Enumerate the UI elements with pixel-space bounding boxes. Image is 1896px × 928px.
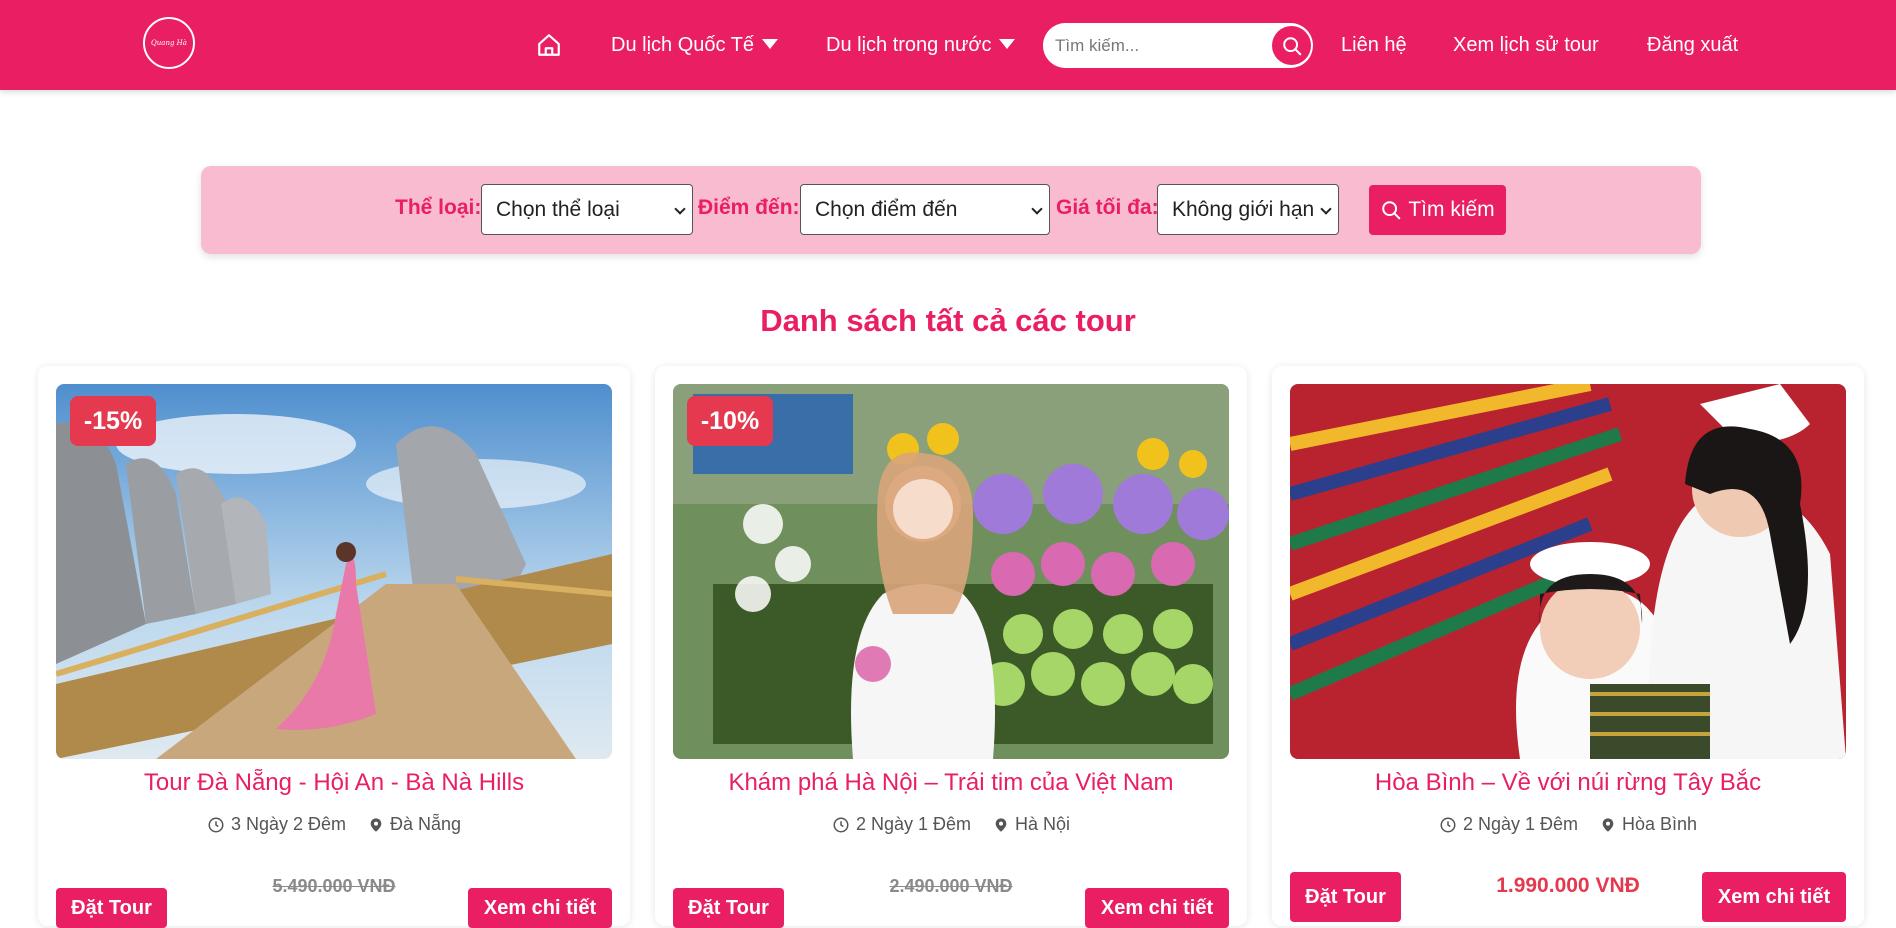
category-select[interactable]: Chọn thể loại — [481, 184, 693, 235]
tour-title[interactable]: Hòa Bình – Về với núi rừng Tây Bắc — [1272, 769, 1864, 797]
max-price-select-value: Không giới hạn — [1172, 198, 1315, 221]
search-icon — [1282, 36, 1301, 55]
tour-meta: 3 Ngày 2 Đêm Đà Nẵng — [38, 814, 630, 835]
tour-duration: 2 Ngày 1 Đêm — [1439, 814, 1578, 835]
clock-icon — [1440, 817, 1456, 832]
tour-title[interactable]: Khám phá Hà Nội – Trái tim của Việt Nam — [655, 769, 1247, 797]
chevron-down-icon — [1031, 203, 1043, 215]
logo-text: Quang Hà — [151, 38, 187, 47]
tour-card: -10% Khám phá Hà Nội – Trái tim của Việt… — [655, 366, 1247, 928]
tour-card: -15% Tour Đà Nẵng - Hội An - Bà Nà Hills… — [38, 366, 630, 928]
caret-down-icon — [999, 38, 1016, 49]
search-input[interactable] — [1055, 31, 1255, 60]
tour-image[interactable] — [1290, 384, 1846, 759]
view-details-button[interactable]: Xem chi tiết — [1085, 888, 1229, 928]
view-details-button[interactable]: Xem chi tiết — [1702, 872, 1846, 922]
tour-location-text: Hòa Bình — [1622, 814, 1698, 834]
max-price-select[interactable]: Không giới hạn — [1157, 184, 1339, 235]
nav-domestic-tours[interactable]: Du lịch trong nước — [826, 30, 1016, 60]
map-pin-icon — [995, 817, 1007, 832]
max-price-label: Giá tối đa: — [1056, 196, 1159, 219]
header-search — [1043, 23, 1313, 68]
clock-icon — [208, 817, 224, 832]
view-details-button[interactable]: Xem chi tiết — [468, 888, 612, 928]
destination-label: Điểm đến: — [698, 196, 800, 219]
search-icon — [1382, 201, 1401, 220]
tour-meta: 2 Ngày 1 Đêm Hòa Bình — [1272, 814, 1864, 835]
tour-title[interactable]: Tour Đà Nẵng - Hội An - Bà Nà Hills — [38, 769, 630, 797]
tour-duration-text: 2 Ngày 1 Đêm — [855, 814, 972, 834]
tour-image-hoabinh — [1290, 384, 1846, 759]
site-logo[interactable]: Quang Hà — [143, 17, 195, 69]
home-icon[interactable] — [536, 32, 562, 58]
map-pin-icon — [1602, 817, 1614, 832]
tour-duration-text: 2 Ngày 1 Đêm — [1462, 814, 1578, 834]
section-title: Danh sách tất cả các tour — [760, 303, 1136, 338]
destination-select[interactable]: Chọn điểm đến — [800, 184, 1050, 235]
tour-location: Đà Nẵng — [368, 814, 461, 835]
tour-duration: 2 Ngày 1 Đêm — [832, 814, 971, 835]
nav-contact[interactable]: Liên hệ — [1341, 30, 1407, 60]
nav-international-label: Du lịch Quốc Tế — [611, 34, 755, 56]
filter-search-button[interactable]: Tìm kiếm — [1369, 185, 1506, 235]
clock-icon — [833, 817, 849, 832]
map-pin-icon — [370, 817, 382, 832]
tour-location: Hòa Bình — [1600, 814, 1697, 835]
tour-duration-text: 3 Ngày 2 Đêm — [230, 814, 346, 834]
tour-image[interactable]: -10% — [673, 384, 1229, 759]
tour-card: Hòa Bình – Về với núi rừng Tây Bắc 2 Ngà… — [1272, 366, 1864, 926]
nav-tour-history[interactable]: Xem lịch sử tour — [1453, 30, 1599, 60]
tour-meta: 2 Ngày 1 Đêm Hà Nội — [655, 814, 1247, 835]
nav-logout[interactable]: Đăng xuất — [1647, 30, 1738, 60]
filter-search-label: Tìm kiếm — [1408, 198, 1495, 221]
destination-select-value: Chọn điểm đến — [815, 198, 958, 221]
tour-location-text: Đà Nẵng — [390, 814, 462, 834]
chevron-down-icon — [674, 203, 686, 215]
search-button[interactable] — [1272, 26, 1311, 65]
tour-location-text: Hà Nội — [1015, 814, 1071, 834]
nav-international-tours[interactable]: Du lịch Quốc Tế — [611, 30, 779, 60]
category-select-value: Chọn thể loại — [496, 198, 620, 221]
top-navbar: Quang Hà Du lịch Quốc Tế Du lịch trong n… — [0, 0, 1896, 90]
chevron-down-icon — [1320, 203, 1332, 215]
discount-badge: -10% — [687, 396, 773, 446]
nav-domestic-label: Du lịch trong nước — [826, 34, 992, 56]
tour-filter-bar: Thể loại: Chọn thể loại Điểm đến: Chọn đ… — [201, 166, 1701, 254]
tour-duration: 3 Ngày 2 Đêm — [207, 814, 346, 835]
tour-image[interactable]: -15% — [56, 384, 612, 759]
category-label: Thể loại: — [395, 196, 482, 219]
caret-down-icon — [762, 38, 779, 49]
tour-location: Hà Nội — [993, 814, 1070, 835]
discount-badge: -15% — [70, 396, 156, 446]
